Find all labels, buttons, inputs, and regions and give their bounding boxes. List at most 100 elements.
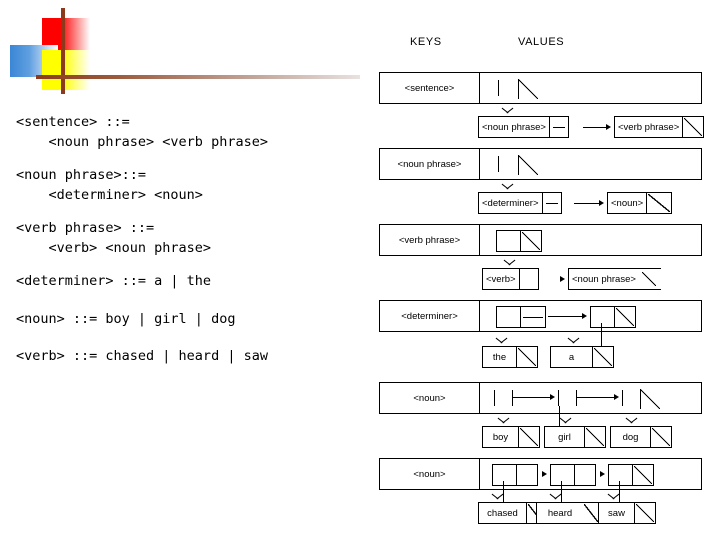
key-cell: <noun> xyxy=(380,459,480,489)
value-cell xyxy=(480,149,701,179)
pointer-stub xyxy=(498,80,500,96)
arrow-head-icon xyxy=(599,199,604,206)
key-label: <noun phrase> xyxy=(397,158,462,170)
nil-pointer-icon xyxy=(518,155,538,175)
arrow-head-icon xyxy=(600,470,605,477)
cons-cdr-nil xyxy=(517,347,537,367)
arrow-head-icon xyxy=(582,312,587,319)
cons-car-label: saw xyxy=(599,503,635,523)
caret-marker-icon xyxy=(608,493,620,500)
caret-marker-icon xyxy=(504,259,516,266)
logo-horizontal-rule xyxy=(36,75,360,79)
cons-car-label: heard xyxy=(547,507,573,519)
cons-cell: <verb phrase> xyxy=(614,116,705,138)
key-cell: <noun> xyxy=(380,383,480,413)
value-cell xyxy=(480,225,701,255)
cons-cdr-nil xyxy=(651,427,671,447)
cons-car-label: <noun phrase> xyxy=(572,273,636,285)
caret-marker-icon xyxy=(560,417,572,424)
grammar-rule: <verb> ::= chased | heard | saw xyxy=(16,348,361,364)
cons-cdr-pointer xyxy=(575,465,595,485)
pointer-stub xyxy=(558,390,560,406)
cons-cell: <verb> xyxy=(482,268,539,290)
grammar-rule-head: <noun> ::= boy | girl | dog xyxy=(16,310,236,327)
pointer-arrow-line xyxy=(574,203,600,205)
pointer-stub xyxy=(622,390,624,406)
logo-yellow-square xyxy=(42,50,90,90)
grammar-rule: <noun> ::= boy | girl | dog xyxy=(16,310,361,327)
cons-cdr-pointer xyxy=(550,117,568,137)
cons-cell: dog xyxy=(610,426,672,448)
grammar-text-block: <sentence> ::= <noun phrase> <verb phras… xyxy=(16,115,361,388)
key-label: <verb phrase> xyxy=(398,234,461,246)
key-label: <noun> xyxy=(413,392,446,404)
grammar-rule: <verb phrase> ::= <verb> <noun phrase> xyxy=(16,220,361,256)
value-cell xyxy=(480,73,701,103)
grammar-rule: <sentence> ::= <noun phrase> <verb phras… xyxy=(16,115,361,150)
cons-cdr-pointer xyxy=(543,193,561,213)
key-cell: <determiner> xyxy=(380,301,480,331)
cons-car-label: <verb phrase> xyxy=(615,117,684,137)
value-cell xyxy=(480,459,701,516)
logo-vertical-bar xyxy=(61,8,65,94)
column-header-values: VALUES xyxy=(518,36,565,48)
grammar-rule-head: <verb> ::= chased | heard | saw xyxy=(16,348,268,364)
arrow-head-icon xyxy=(542,470,547,477)
cons-cdr-nil xyxy=(633,465,653,485)
pointer-stub xyxy=(494,390,496,406)
cons-cell: <noun phrase> xyxy=(568,268,661,290)
cons-cdr-nil xyxy=(635,503,655,523)
key-cell: <noun phrase> xyxy=(380,149,480,179)
caret-marker-icon xyxy=(502,107,514,114)
cons-cell: a xyxy=(550,346,614,368)
cons-car-label: boy xyxy=(483,427,519,447)
cons-cdr-nil xyxy=(683,117,703,137)
cons-cell: saw xyxy=(598,502,656,524)
cons-car-slot xyxy=(497,307,521,327)
cons-cdr-nil xyxy=(615,307,635,327)
cons-cell: heard xyxy=(536,502,600,524)
key-cell: <sentence> xyxy=(380,73,480,103)
cons-cell: chased xyxy=(478,502,544,524)
cons-cell: boy xyxy=(482,426,540,448)
arrow-head-icon xyxy=(560,275,565,282)
value-cell xyxy=(480,301,701,352)
cons-cdr-nil xyxy=(519,427,539,447)
cons-car-label: <verb> xyxy=(483,269,520,289)
caret-marker-icon xyxy=(502,183,514,190)
table-row: <verb phrase> xyxy=(379,224,702,256)
caret-marker-icon xyxy=(496,337,508,344)
cons-cell: <determiner> xyxy=(478,192,562,214)
arrow-head-icon xyxy=(606,123,611,130)
cons-car-slot xyxy=(493,465,517,485)
cons-car-label: girl xyxy=(545,427,585,447)
pointer-stub xyxy=(498,156,500,172)
nil-pointer-icon xyxy=(518,79,538,99)
arrow-head-icon xyxy=(614,393,619,400)
cons-cdr-pointer xyxy=(517,465,537,485)
cons-car-slot xyxy=(551,465,575,485)
cons-cdr-pointer xyxy=(521,307,545,327)
cons-cdr-nil xyxy=(593,347,613,367)
table-row: <noun> xyxy=(379,382,702,439)
slide: <sentence> ::= <noun phrase> <verb phras… xyxy=(0,0,720,540)
value-cell xyxy=(480,383,701,439)
nil-pointer-icon xyxy=(640,389,660,409)
cons-car-label: <noun> xyxy=(608,193,648,213)
grammar-rule-body: <determiner> <noun> xyxy=(16,186,203,203)
cons-cdr-nil xyxy=(647,193,671,213)
grammar-rule-head: <verb phrase> ::= xyxy=(16,220,155,236)
caret-marker-icon xyxy=(550,493,562,500)
column-header-keys: KEYS xyxy=(410,36,442,48)
grammar-rule-body: <noun phrase> <verb phrase> xyxy=(16,133,268,150)
cons-cdr-nil xyxy=(639,269,661,289)
cons-car-label: chased xyxy=(479,503,527,523)
cons-car-slot xyxy=(591,307,615,327)
cons-car-label: <determiner> xyxy=(479,193,543,213)
key-label: <sentence> xyxy=(404,82,455,94)
grammar-rule-body: <verb> <noun phrase> xyxy=(16,239,212,256)
cons-cell: the xyxy=(482,346,538,368)
caret-marker-icon xyxy=(626,417,638,424)
pointer-arrow-line xyxy=(513,397,553,399)
cons-cell: <noun phrase> xyxy=(478,116,569,138)
